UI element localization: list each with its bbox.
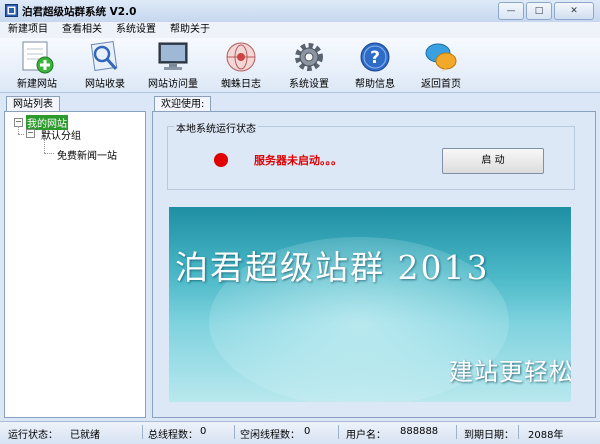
tool-label: 系统设置 [289, 79, 329, 90]
username-label: 用户名： [346, 430, 386, 441]
tool-new-site-button[interactable]: 新建网站 [4, 38, 70, 92]
tool-site-index-button[interactable]: 网站收录 [72, 38, 138, 92]
tool-label: 网站访问量 [148, 79, 198, 90]
site-tree: − 我的网站 − 默认分组 免费新闻一站 [4, 111, 146, 418]
close-button[interactable]: ✕ [554, 2, 594, 20]
group-title: 本地系统运行状态 [174, 120, 258, 135]
banner-subtitle: 建站更轻松 [449, 358, 571, 386]
run-status-value: 已就绪 [70, 430, 100, 441]
menu-view[interactable]: 查看相关 [54, 22, 108, 38]
site-index-icon [90, 41, 118, 71]
idle-threads-label: 空闲线程数： [240, 430, 300, 441]
system-status-group: 本地系统运行状态 服务器未启动。。。 启 动 [167, 120, 575, 190]
status-bar: 运行状态： 已就绪 总线程数： 0 空闲线程数： 0 用户名： 888888 到… [0, 421, 600, 444]
tool-label: 返回首页 [421, 79, 461, 90]
server-status-text: 服务器未启动。。。 [254, 154, 342, 167]
svg-text:?: ? [370, 48, 380, 68]
site-traffic-icon [158, 42, 188, 70]
tool-label: 蜘蛛日志 [221, 79, 261, 90]
menu-settings[interactable]: 系统设置 [108, 22, 162, 38]
total-threads-label: 总线程数： [148, 430, 198, 441]
tool-home-button[interactable]: 返回首页 [408, 38, 474, 92]
tool-settings-button[interactable]: 系统设置 [276, 38, 342, 92]
promo-banner: 泊君超级站群 2013 建站更轻松 [169, 207, 571, 402]
tool-site-traffic-button[interactable]: 网站访问量 [140, 38, 206, 92]
tool-help-button[interactable]: ? 帮助信息 [342, 38, 408, 92]
tool-spider-log-button[interactable]: 蜘蛛日志 [208, 38, 274, 92]
tab-welcome[interactable]: 欢迎使用: [154, 96, 212, 112]
tab-site-list[interactable]: 网站列表 [6, 96, 60, 112]
minimize-button[interactable]: — [498, 2, 524, 20]
welcome-content: 本地系统运行状态 服务器未启动。。。 启 动 泊君超级站群 2013 建站更轻松 [152, 111, 596, 418]
gear-icon [295, 43, 323, 71]
run-status-label: 运行状态： [8, 430, 58, 441]
home-chat-icon [425, 43, 457, 72]
tree-group-default[interactable]: 默认分组 [41, 127, 81, 142]
username-value: 888888 [400, 426, 439, 437]
welcome-panel: 欢迎使用: 本地系统运行状态 服务器未启动。。。 启 动 泊君超级站群 2013… [152, 96, 596, 418]
tool-label: 网站收录 [85, 79, 125, 90]
banner-title: 泊君超级站群 2013 [175, 248, 490, 287]
help-icon: ? [360, 42, 390, 72]
window-title: 泊君超级站群系统 V2.0 [22, 6, 137, 18]
tree-group-toggle[interactable]: − [26, 129, 35, 138]
site-list-panel: 网站列表 − 我的网站 − 默认分组 免费新闻一站 [4, 96, 146, 418]
maximize-button[interactable]: □ [526, 2, 552, 20]
status-indicator-icon [214, 153, 228, 167]
tool-label: 帮助信息 [355, 79, 395, 90]
expire-label: 到期日期： [464, 430, 514, 441]
expire-value: 2088年 [528, 430, 564, 441]
idle-threads-value: 0 [304, 426, 311, 437]
menu-help[interactable]: 帮助关于 [162, 22, 216, 38]
title-bar: 泊君超级站群系统 V2.0 — □ ✕ [0, 0, 600, 23]
new-site-icon [22, 41, 54, 74]
toolbar: 新建网站 网站收录 网站访问量 蜘蛛日志 系统设置 ? 帮助信息 返回首页 [0, 38, 600, 93]
start-button[interactable]: 启 动 [442, 148, 544, 174]
tool-label: 新建网站 [17, 79, 57, 90]
spider-log-icon [226, 42, 256, 72]
total-threads-value: 0 [200, 426, 207, 437]
app-icon [5, 4, 18, 17]
menu-new-project[interactable]: 新建项目 [0, 22, 54, 38]
menu-bar: 新建项目 查看相关 系统设置 帮助关于 [0, 22, 600, 38]
tree-site-item[interactable]: 免费新闻一站 [57, 147, 117, 162]
